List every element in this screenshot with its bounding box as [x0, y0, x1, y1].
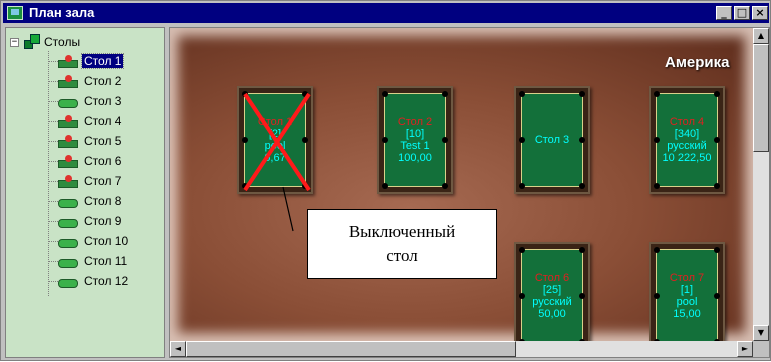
table-game: русский: [532, 296, 572, 308]
table-count: [10]: [405, 128, 425, 140]
maximize-button[interactable]: □: [734, 6, 750, 20]
occupied-table-icon: [58, 75, 78, 88]
free-table-icon: [58, 255, 78, 268]
occupied-table-icon: [58, 155, 78, 168]
table-game: pool: [264, 140, 286, 152]
horizontal-scrollbar[interactable]: ◄ ►: [170, 341, 753, 357]
tree-item-label: Стол 8: [84, 194, 122, 208]
hall-title: Америка: [665, 54, 730, 71]
tree-root-label: Столы: [44, 35, 81, 49]
scroll-down-button[interactable]: ▼: [753, 325, 769, 341]
billiard-table-1[interactable]: Стол 1 [2] pool 6,67: [237, 86, 313, 194]
occupied-table-icon: [58, 55, 78, 68]
vertical-scrollbar[interactable]: ▲ ▼: [753, 28, 769, 341]
billiard-table-6[interactable]: Стол 6 [25] русский 50,00: [514, 242, 590, 350]
window-title: План зала: [29, 5, 95, 20]
tree-item-stol-12[interactable]: Стол 12: [48, 273, 163, 291]
tree-item-label: Стол 6: [84, 154, 122, 168]
tree-item-label: Стол 12: [84, 274, 129, 288]
occupied-table-icon: [58, 135, 78, 148]
table-count: [1]: [680, 284, 694, 296]
free-table-icon: [58, 215, 78, 228]
table-game: Test 1: [400, 140, 430, 152]
scroll-left-button[interactable]: ◄: [170, 341, 186, 357]
table-amount: 6,67: [264, 152, 286, 164]
tree-item-stol-3[interactable]: Стол 3: [48, 93, 163, 111]
collapse-icon[interactable]: −: [10, 38, 19, 47]
table-amount: 10 222,50: [662, 152, 712, 164]
tree-item-stol-11[interactable]: Стол 11: [48, 253, 163, 271]
tables-tree: − Столы Стол 1 Стол 2 Стол 3 Стол 4 Стол…: [5, 27, 165, 358]
tables-group-icon: [24, 34, 40, 50]
table-count: [25]: [542, 284, 562, 296]
scroll-right-button[interactable]: ►: [737, 341, 753, 357]
tree-item-label: Стол 7: [84, 174, 122, 188]
tree-item-stol-1[interactable]: Стол 1: [48, 53, 163, 71]
free-table-icon: [58, 95, 78, 108]
table-amount: 15,00: [673, 308, 701, 320]
table-amount: 100,00: [398, 152, 432, 164]
vertical-scroll-thumb[interactable]: [753, 44, 769, 152]
table-game: pool: [676, 296, 698, 308]
horizontal-scroll-thumb[interactable]: [186, 341, 516, 357]
disabled-table-callout: Выключенный стол: [307, 209, 497, 279]
callout-line-1: Выключенный: [348, 222, 456, 241]
tree-item-stol-5[interactable]: Стол 5: [48, 133, 163, 151]
billiard-table-2[interactable]: Стол 2 [10] Test 1 100,00: [377, 86, 453, 194]
tree-item-label: Стол 2: [84, 74, 122, 88]
hall-plan-window: План зала _ □ × − Столы Стол 1 Стол 2 Ст…: [0, 0, 771, 361]
table-name: Стол 7: [669, 272, 705, 284]
tree-item-label: Стол 4: [84, 114, 122, 128]
table-name: Стол 6: [534, 272, 570, 284]
tree-item-stol-9[interactable]: Стол 9: [48, 213, 163, 231]
scroll-corner: [753, 341, 769, 357]
table-game: русский: [667, 140, 707, 152]
tree-item-stol-8[interactable]: Стол 8: [48, 193, 163, 211]
table-name: Стол 1: [257, 116, 293, 128]
table-count: [340]: [674, 128, 700, 140]
tree-item-stol-2[interactable]: Стол 2: [48, 73, 163, 91]
hall-plan-canvas: Америка Стол 1 [2] pool 6,67 Стол 2 [10]…: [169, 27, 770, 358]
tree-item-stol-10[interactable]: Стол 10: [48, 233, 163, 251]
close-button[interactable]: ×: [752, 6, 768, 20]
table-name: Стол 3: [534, 134, 570, 146]
table-name: Стол 4: [669, 116, 705, 128]
scroll-up-button[interactable]: ▲: [753, 28, 769, 44]
tree-item-label: Стол 1: [80, 53, 125, 69]
billiard-table-4[interactable]: Стол 4 [340] русский 10 222,50: [649, 86, 725, 194]
tree-item-stol-6[interactable]: Стол 6: [48, 153, 163, 171]
billiard-table-7[interactable]: Стол 7 [1] pool 15,00: [649, 242, 725, 350]
tree-item-label: Стол 9: [84, 214, 122, 228]
tree-item-stol-4[interactable]: Стол 4: [48, 113, 163, 131]
tree-item-label: Стол 3: [84, 94, 122, 108]
window-icon: [7, 6, 23, 20]
table-name: Стол 2: [397, 116, 433, 128]
title-bar[interactable]: План зала _ □ ×: [3, 3, 769, 23]
tree-item-label: Стол 5: [84, 134, 122, 148]
free-table-icon: [58, 275, 78, 288]
occupied-table-icon: [58, 175, 78, 188]
billiard-table-3[interactable]: Стол 3: [514, 86, 590, 194]
tree-item-stol-7[interactable]: Стол 7: [48, 173, 163, 191]
callout-line-2: стол: [386, 246, 418, 265]
table-count: [2]: [268, 128, 282, 140]
table-amount: 50,00: [538, 308, 566, 320]
minimize-button[interactable]: _: [716, 6, 732, 20]
occupied-table-icon: [58, 115, 78, 128]
tree-item-label: Стол 11: [84, 254, 128, 268]
tree-item-label: Стол 10: [84, 234, 129, 248]
free-table-icon: [58, 195, 78, 208]
free-table-icon: [58, 235, 78, 248]
